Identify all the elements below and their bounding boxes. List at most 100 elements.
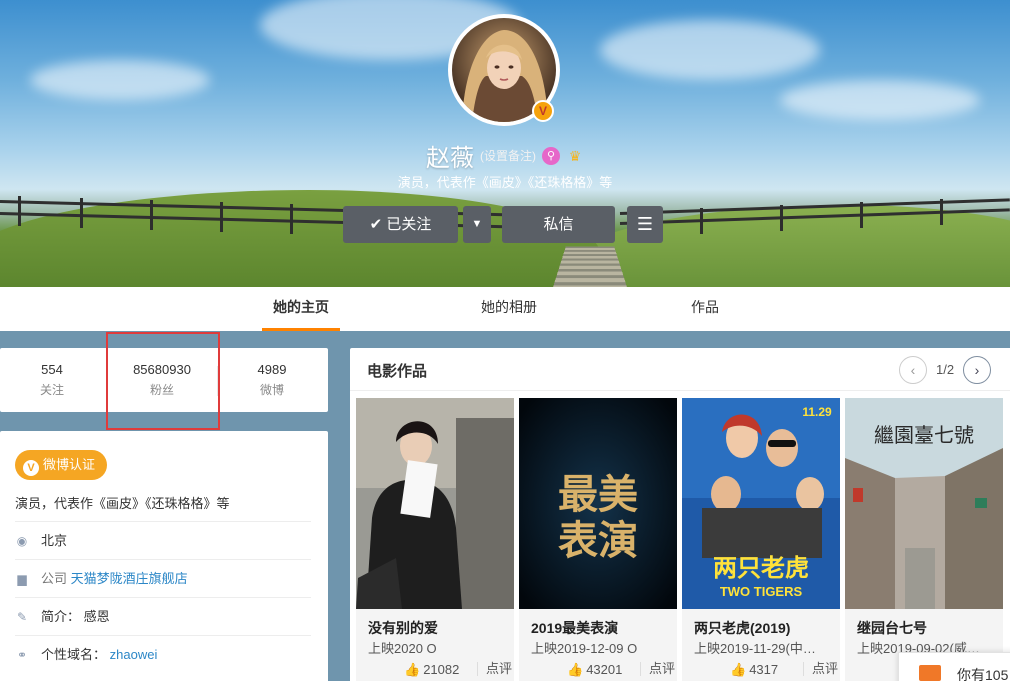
page-indicator: 1/2 xyxy=(936,362,955,377)
fence-post xyxy=(700,208,703,234)
notification-text: 你有105 xyxy=(957,667,1009,681)
thumb-up-icon: 👍 xyxy=(730,662,747,677)
followed-button[interactable]: ✔ 已关注 xyxy=(343,206,458,243)
film-date: 上映2020 O xyxy=(368,641,437,656)
stat-value: 4989 xyxy=(257,362,287,377)
thumb-up-icon: 👍 xyxy=(404,662,421,677)
poster-image: 繼園臺七號 xyxy=(845,398,1003,609)
tab-album[interactable]: 她的相册 xyxy=(464,287,554,331)
profile-description: 演员，代表作《画皮》《还珠格格》等 xyxy=(397,175,613,190)
profile-tabs: 她的主页 她的相册 作品 xyxy=(0,287,1010,331)
follow-dropdown-button[interactable]: ▼ xyxy=(463,206,491,243)
films-title: 电影作品 xyxy=(367,363,428,380)
profile-info-card: V 微博认证 演员，代表作《画皮》《还珠格格》等 ◉ 北京 ▆ 公司 天猫梦陇酒庄旗舰… xyxy=(0,431,328,681)
weibo-verification-badge[interactable]: V 微博认证 xyxy=(15,450,108,480)
poster-image: 11.29 两只老虎 TWO TIGERS xyxy=(682,398,840,609)
poster-title-line1: 最美 xyxy=(558,471,638,518)
info-location: ◉ 北京 xyxy=(15,521,311,559)
location-value: 北京 xyxy=(41,533,68,548)
bio-value: 感恩 xyxy=(83,609,110,624)
poster-title-line2: 表演 xyxy=(558,517,638,564)
fence-post xyxy=(18,196,21,226)
crown-icon: ♛ xyxy=(568,147,582,164)
more-menu-button[interactable]: ☰ xyxy=(627,206,663,243)
fence-post xyxy=(220,202,223,232)
film-title[interactable]: 没有别的爱 xyxy=(368,618,438,638)
link-icon: ⚭ xyxy=(16,648,28,662)
chevron-right-icon: › xyxy=(974,362,980,378)
film-card[interactable]: 繼園臺七號 继园台七号 上映2019-09-02(威… xyxy=(845,398,1003,681)
info-description: 演员，代表作《画皮》《还珠格格》等 xyxy=(15,496,230,511)
film-card[interactable]: 没有别的爱 上映2020 O 👍 21082 点评 xyxy=(356,398,514,681)
cloud xyxy=(780,80,980,120)
poster-image: 最美 表演 xyxy=(519,398,677,609)
domain-link[interactable]: zhaowei xyxy=(110,647,158,662)
film-poster[interactable]: 11.29 两只老虎 TWO TIGERS xyxy=(682,398,840,609)
menu-icon: ☰ xyxy=(636,214,654,234)
film-title[interactable]: 两只老虎(2019) xyxy=(694,618,790,638)
film-likes[interactable]: 👍 21082 xyxy=(404,662,459,678)
check-icon: ✔ xyxy=(369,216,383,233)
poster-date: 11.29 xyxy=(802,405,832,419)
likes-count: 43201 xyxy=(586,662,623,677)
prev-page-button[interactable]: ‹ xyxy=(899,356,927,384)
fence-post xyxy=(150,200,153,230)
fence-post xyxy=(860,202,863,228)
film-review-button[interactable]: 点评 xyxy=(477,662,512,676)
location-icon: ◉ xyxy=(16,534,28,548)
caret-down-icon: ▼ xyxy=(471,218,483,230)
tab-works[interactable]: 作品 xyxy=(680,287,730,331)
verified-v-icon: V xyxy=(23,460,39,476)
stat-following[interactable]: 554 关注 xyxy=(0,362,107,398)
film-review-button[interactable]: 点评 xyxy=(640,662,675,676)
divider xyxy=(350,390,1010,391)
message-button[interactable]: 私信 xyxy=(502,206,615,243)
cloud xyxy=(30,60,210,100)
domain-label: 个性域名： xyxy=(41,647,107,662)
stat-label: 微博 xyxy=(259,383,284,397)
fence-post xyxy=(80,198,83,228)
film-poster[interactable]: 繼園臺七號 xyxy=(845,398,1003,609)
info-domain: ⚭ 个性域名： zhaowei xyxy=(15,635,311,673)
fence-post xyxy=(940,199,943,225)
film-date: 上映2019-12-09 O xyxy=(531,641,638,656)
next-page-button[interactable]: › xyxy=(963,356,991,384)
highlight-box xyxy=(106,332,220,430)
profile-name-row: 赵薇 (设置备注) ⚲ ♛ xyxy=(0,138,1010,173)
chevron-left-icon: ‹ xyxy=(910,362,916,378)
message-label: 私信 xyxy=(543,216,574,233)
film-review-button[interactable]: 点评 xyxy=(803,662,838,676)
followed-label: 已关注 xyxy=(386,216,432,233)
set-remark-link[interactable]: (设置备注) xyxy=(480,149,536,163)
film-poster[interactable] xyxy=(356,398,514,609)
tab-home[interactable]: 她的主页 xyxy=(262,287,340,331)
likes-count: 21082 xyxy=(423,662,460,677)
stat-weibo[interactable]: 4989 微博 xyxy=(217,362,327,398)
notification-toast[interactable]: 你有105 xyxy=(898,652,1010,681)
poster-image xyxy=(356,398,514,609)
profile-name: 赵薇 xyxy=(426,145,474,172)
film-date: 上映2019-11-29(中… xyxy=(694,641,816,656)
film-card[interactable]: 11.29 两只老虎 TWO TIGERS 两只老虎(2019) 上映2019-… xyxy=(682,398,840,681)
info-bio: ✎ 简介： 感恩 xyxy=(15,597,311,635)
film-likes[interactable]: 👍 43201 xyxy=(567,662,622,678)
stat-label: 关注 xyxy=(39,383,64,397)
film-likes[interactable]: 👍 4317 xyxy=(730,662,778,678)
poster-title: 两只老虎 xyxy=(713,555,809,582)
poster-subtitle: TWO TIGERS xyxy=(720,584,803,599)
film-title[interactable]: 继园台七号 xyxy=(857,618,927,638)
fence-post xyxy=(780,205,783,231)
mail-icon xyxy=(919,665,941,681)
film-card[interactable]: 最美 表演 2019最美表演 上映2019-12-09 O 👍 43201 点评 xyxy=(519,398,677,681)
edit-icon: ✎ xyxy=(16,610,28,624)
company-link[interactable]: 天猫梦陇酒庄旗舰店 xyxy=(71,571,188,586)
bio-label: 简介： xyxy=(41,609,81,624)
film-title[interactable]: 2019最美表演 xyxy=(531,618,618,638)
poster-title: 繼園臺七號 xyxy=(874,423,974,447)
info-company: ▆ 公司 天猫梦陇酒庄旗舰店 xyxy=(15,559,311,597)
company-label: 公司 xyxy=(41,571,68,586)
fence-post xyxy=(290,204,293,234)
likes-count: 4317 xyxy=(749,662,779,677)
film-poster[interactable]: 最美 表演 xyxy=(519,398,677,609)
verified-icon: V xyxy=(532,100,554,122)
